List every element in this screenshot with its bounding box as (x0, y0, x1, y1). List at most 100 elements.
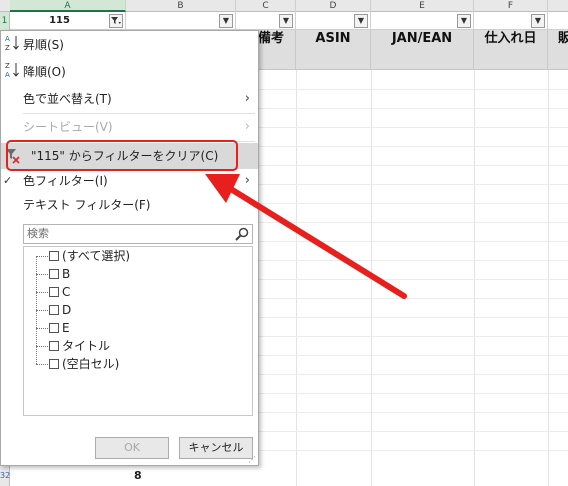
checkbox[interactable] (49, 341, 59, 351)
menu-item-sheet-view: シートビュー(V) › (1, 115, 258, 139)
column-header-g[interactable] (548, 0, 568, 12)
list-item-label: (すべて選択) (62, 249, 131, 263)
filter-dropdown-button-d[interactable]: ▼ (354, 14, 368, 28)
header-asin-text: ASIN (315, 31, 351, 46)
header-cell-jan[interactable]: JAN/EAN (371, 30, 474, 70)
search-placeholder: 検索 (27, 227, 49, 240)
cell-c1[interactable]: ▼ (236, 12, 296, 30)
list-item[interactable]: (空白セル) (24, 355, 252, 373)
cell-f1[interactable]: ▼ (474, 12, 548, 30)
submenu-arrow-icon: › (244, 173, 250, 188)
gridline (258, 317, 568, 318)
checkbox[interactable] (49, 359, 59, 369)
gridline (258, 450, 568, 451)
list-item[interactable]: E (24, 319, 252, 337)
gridline (474, 70, 475, 486)
checkbox[interactable] (49, 323, 59, 333)
filter-funnel-icon (111, 17, 121, 24)
header-sales-text: 販 (558, 31, 568, 46)
row-header-1[interactable]: 1 (0, 12, 10, 30)
submenu-arrow-icon: › (244, 119, 250, 134)
list-item-label: C (62, 285, 71, 299)
header-cell-remarks[interactable]: 備考 (258, 30, 296, 70)
menu-separator (23, 113, 255, 114)
filter-dropdown-button-b[interactable]: ▼ (219, 14, 233, 28)
filter-dropdown-button-c[interactable]: ▼ (279, 14, 293, 28)
list-item-label: タイトル (62, 339, 111, 353)
svg-text:Z: Z (5, 44, 10, 52)
cell-e1[interactable]: ▼ (371, 12, 474, 30)
gridline (258, 146, 568, 147)
filter-row: 115 ▼ ▼ ▼ ▼ ▼ (10, 12, 568, 30)
list-item[interactable]: C (24, 283, 252, 301)
color-filter-label: 色フィルター(I) (23, 174, 108, 188)
list-item[interactable]: (すべて選択) (24, 247, 252, 265)
gridline (258, 279, 568, 280)
filter-dropdown-button-f[interactable]: ▼ (531, 14, 545, 28)
cancel-button[interactable]: キャンセル (179, 437, 253, 459)
list-item-label: E (62, 321, 70, 335)
gridline (371, 70, 372, 486)
column-header-c[interactable]: C (236, 0, 296, 12)
column-header-e[interactable]: E (371, 0, 474, 12)
menu-item-color-filter[interactable]: ✓ 色フィルター(I) › (1, 169, 258, 193)
header-purchase-date-text: 仕入れ日 (484, 31, 537, 46)
header-remarks-text: 備考 (258, 31, 285, 46)
list-item[interactable]: B (24, 265, 252, 283)
menu-item-sort-ascending[interactable]: AZ 昇順(S) (1, 33, 258, 57)
filter-search-box[interactable]: 検索 (23, 224, 253, 244)
sort-descending-icon: ZA (5, 60, 21, 90)
submenu-arrow-icon: › (244, 91, 250, 106)
menu-item-sort-by-color[interactable]: 色で並べ替え(T) › (1, 87, 258, 111)
ok-button[interactable]: OK (95, 437, 169, 459)
checkbox[interactable] (49, 287, 59, 297)
gridline (258, 89, 568, 90)
gridline (258, 184, 568, 185)
gridline (258, 336, 568, 337)
column-header-f[interactable]: F (474, 0, 548, 12)
filter-value-list: (すべて選択) B C D E タイトル (空白セル) (23, 246, 253, 416)
gridline (258, 260, 568, 261)
gridline (258, 127, 568, 128)
svg-text:A: A (5, 35, 10, 43)
list-item-label: B (62, 267, 71, 281)
gridline (296, 70, 297, 486)
text-filter-label: テキスト フィルター(F) (23, 198, 151, 212)
sort-ascending-label: 昇順(S) (23, 38, 64, 52)
menu-item-sort-descending[interactable]: ZA 降順(O) (1, 60, 258, 84)
column-header-d[interactable]: D (296, 0, 371, 12)
svg-text:A: A (5, 71, 10, 79)
gridline (258, 374, 568, 375)
row-header-32[interactable]: 32 (0, 466, 10, 486)
filter-active-button[interactable] (109, 14, 123, 28)
resize-grip-icon[interactable]: ⋰ (248, 455, 256, 464)
filter-dropdown-button-e[interactable]: ▼ (457, 14, 471, 28)
menu-item-text-filter[interactable]: テキスト フィルター(F) (1, 193, 258, 217)
checkbox[interactable] (49, 251, 59, 261)
sort-by-color-label: 色で並べ替え(T) (23, 92, 112, 106)
list-item[interactable]: タイトル (24, 337, 252, 355)
svg-text:Z: Z (5, 62, 10, 70)
column-header-a[interactable]: A (10, 0, 126, 12)
checkbox[interactable] (49, 269, 59, 279)
cell-a1-value: 115 (49, 15, 70, 26)
column-header-b[interactable]: B (126, 0, 236, 12)
cell-b32[interactable]: 8 (126, 466, 256, 486)
gridline (548, 70, 549, 486)
gridline (258, 241, 568, 242)
gridline (258, 298, 568, 299)
header-jan-text: JAN/EAN (391, 31, 453, 46)
column-header-row: A B C D E F (0, 0, 568, 12)
gridline (258, 108, 568, 109)
cell-b1[interactable]: ▼ (126, 12, 236, 30)
gridline (258, 431, 568, 432)
header-cell-sales[interactable]: 販 (548, 30, 568, 70)
autofilter-menu: AZ 昇順(S) ZA 降順(O) 色で並べ替え(T) › シートビュー(V) … (0, 30, 259, 466)
sort-descending-label: 降順(O) (23, 65, 66, 79)
list-item[interactable]: D (24, 301, 252, 319)
cell-d1[interactable]: ▼ (296, 12, 371, 30)
header-cell-purchase-date[interactable]: 仕入れ日 (474, 30, 548, 70)
checkbox[interactable] (49, 305, 59, 315)
cell-a1[interactable]: 115 (10, 12, 126, 30)
header-cell-asin[interactable]: ASIN (296, 30, 371, 70)
